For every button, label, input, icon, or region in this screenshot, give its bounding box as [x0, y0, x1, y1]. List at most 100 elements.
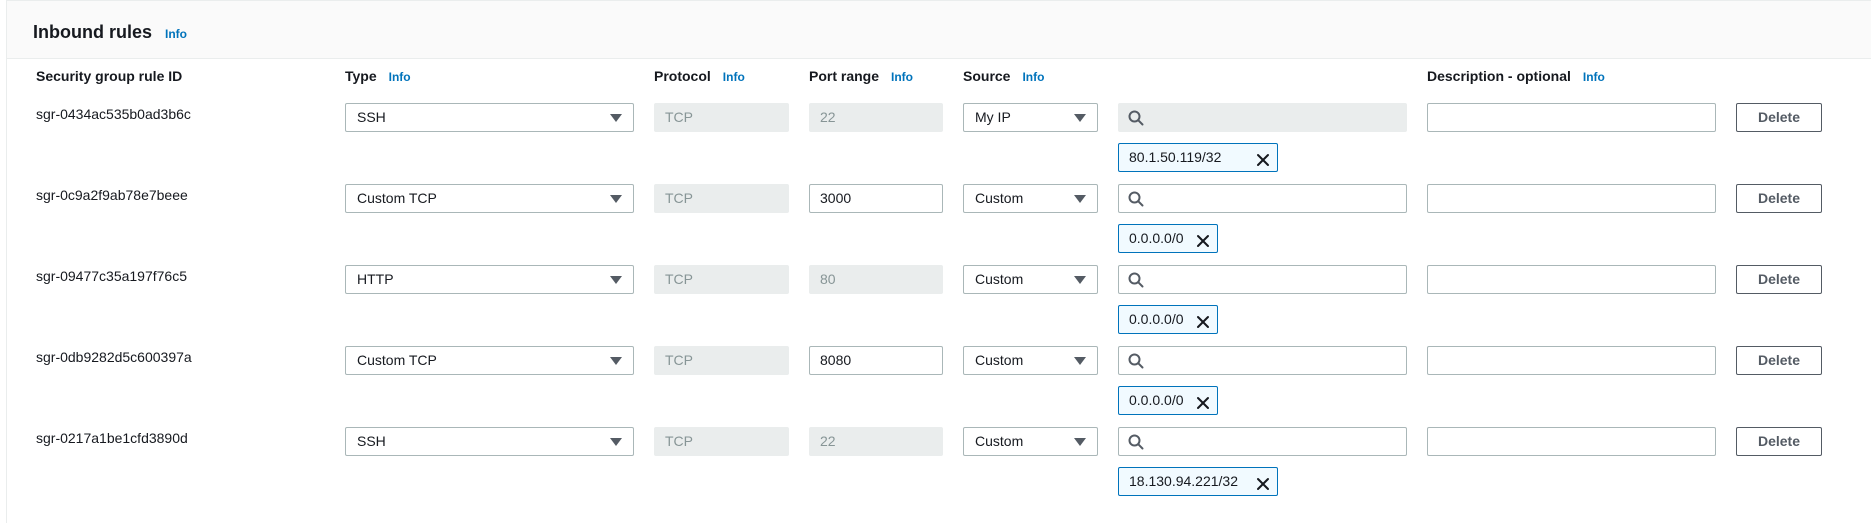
protocol-field: TCP — [654, 346, 789, 375]
source-search-input[interactable] — [1118, 427, 1407, 456]
delete-button[interactable]: Delete — [1736, 346, 1822, 375]
close-icon[interactable] — [1255, 474, 1271, 490]
column-header-description: Description - optional Info — [1427, 68, 1605, 84]
type-select[interactable]: Custom TCP — [345, 184, 634, 213]
source-token: 18.130.94.221/32 — [1118, 467, 1278, 496]
type-select-value: HTTP — [357, 271, 394, 287]
protocol-value: TCP — [665, 433, 693, 449]
caret-down-icon — [1074, 357, 1086, 365]
description-input[interactable] — [1427, 265, 1716, 294]
source-select-value: Custom — [975, 271, 1024, 287]
description-input[interactable] — [1427, 103, 1716, 132]
source-select-value: Custom — [975, 433, 1024, 449]
description-input[interactable] — [1427, 427, 1716, 456]
rule-id: sgr-0db9282d5c600397a — [36, 349, 192, 365]
description-info-link[interactable]: Info — [1583, 70, 1605, 84]
delete-button[interactable]: Delete — [1736, 427, 1822, 456]
source-search-input[interactable] — [1118, 346, 1407, 375]
type-select[interactable]: SSH — [345, 103, 634, 132]
port-range-value: 3000 — [820, 190, 852, 206]
source-token: 0.0.0.0/0 — [1118, 386, 1218, 415]
type-info-link[interactable]: Info — [389, 70, 411, 84]
type-select[interactable]: Custom TCP — [345, 346, 634, 375]
source-token: 0.0.0.0/0 — [1118, 305, 1218, 334]
type-select-value: SSH — [357, 109, 386, 125]
close-icon[interactable] — [1255, 150, 1271, 166]
close-icon[interactable] — [1195, 393, 1211, 409]
caret-down-icon — [610, 114, 622, 122]
port-range-input: 22 — [809, 103, 943, 132]
column-header-label: Type — [345, 68, 377, 84]
search-icon — [1128, 110, 1144, 126]
source-token-value: 0.0.0.0/0 — [1129, 230, 1184, 246]
column-header-label: Port range — [809, 68, 880, 84]
caret-down-icon — [610, 276, 622, 284]
description-input[interactable] — [1427, 346, 1716, 375]
panel-header: Inbound rules Info — [7, 0, 1871, 59]
source-token-value: 18.130.94.221/32 — [1129, 473, 1238, 489]
port-range-input[interactable]: 8080 — [809, 346, 943, 375]
port-range-input[interactable]: 3000 — [809, 184, 943, 213]
source-select[interactable]: Custom — [963, 427, 1098, 456]
type-select[interactable]: SSH — [345, 427, 634, 456]
rule-id: sgr-0c9a2f9ab78e7beee — [36, 187, 188, 203]
type-select-value: SSH — [357, 433, 386, 449]
source-search-input[interactable] — [1118, 265, 1407, 294]
panel-border — [6, 0, 7, 523]
port-range-info-link[interactable]: Info — [891, 70, 913, 84]
caret-down-icon — [610, 195, 622, 203]
column-header-type: Type Info — [345, 68, 411, 84]
search-icon — [1128, 191, 1144, 207]
source-info-link[interactable]: Info — [1022, 70, 1044, 84]
close-icon[interactable] — [1195, 312, 1211, 328]
inbound-rules-panel: Inbound rules Info Security group rule I… — [0, 0, 1871, 523]
source-select[interactable]: Custom — [963, 265, 1098, 294]
caret-down-icon — [1074, 438, 1086, 446]
column-header-protocol: Protocol Info — [654, 68, 745, 84]
delete-button[interactable]: Delete — [1736, 265, 1822, 294]
source-token-value: 0.0.0.0/0 — [1129, 311, 1184, 327]
column-header-source: Source Info — [963, 68, 1044, 84]
protocol-value: TCP — [665, 352, 693, 368]
title-info-link[interactable]: Info — [165, 27, 187, 41]
column-header-label: Security group rule ID — [36, 68, 183, 84]
source-token-value: 0.0.0.0/0 — [1129, 392, 1184, 408]
source-search-input[interactable] — [1118, 184, 1407, 213]
source-token: 0.0.0.0/0 — [1118, 224, 1218, 253]
type-select-value: Custom TCP — [357, 190, 437, 206]
search-icon — [1128, 272, 1144, 288]
delete-button[interactable]: Delete — [1736, 103, 1822, 132]
rule-id: sgr-0217a1be1cfd3890d — [36, 430, 188, 446]
type-select[interactable]: HTTP — [345, 265, 634, 294]
caret-down-icon — [610, 357, 622, 365]
caret-down-icon — [1074, 276, 1086, 284]
protocol-field: TCP — [654, 103, 789, 132]
port-range-value: 22 — [820, 109, 836, 125]
protocol-value: TCP — [665, 190, 693, 206]
source-token-value: 80.1.50.119/32 — [1129, 149, 1222, 165]
protocol-field: TCP — [654, 265, 789, 294]
source-select-value: Custom — [975, 190, 1024, 206]
caret-down-icon — [1074, 195, 1086, 203]
rule-id: sgr-09477c35a197f76c5 — [36, 268, 188, 284]
delete-button[interactable]: Delete — [1736, 184, 1822, 213]
page-title: Inbound rules — [33, 22, 152, 42]
search-icon — [1128, 353, 1144, 369]
column-header-rule-id: Security group rule ID — [36, 68, 182, 84]
port-range-input: 80 — [809, 265, 943, 294]
column-header-label: Protocol — [654, 68, 711, 84]
description-input[interactable] — [1427, 184, 1716, 213]
close-icon[interactable] — [1195, 231, 1211, 247]
source-select[interactable]: Custom — [963, 346, 1098, 375]
source-search-input — [1118, 103, 1407, 132]
search-icon — [1128, 434, 1144, 450]
source-select[interactable]: Custom — [963, 184, 1098, 213]
port-range-value: 22 — [820, 433, 836, 449]
protocol-info-link[interactable]: Info — [723, 70, 745, 84]
source-select[interactable]: My IP — [963, 103, 1098, 132]
protocol-value: TCP — [665, 109, 693, 125]
type-select-value: Custom TCP — [357, 352, 437, 368]
port-range-input: 22 — [809, 427, 943, 456]
port-range-value: 80 — [820, 271, 836, 287]
protocol-value: TCP — [665, 271, 693, 287]
